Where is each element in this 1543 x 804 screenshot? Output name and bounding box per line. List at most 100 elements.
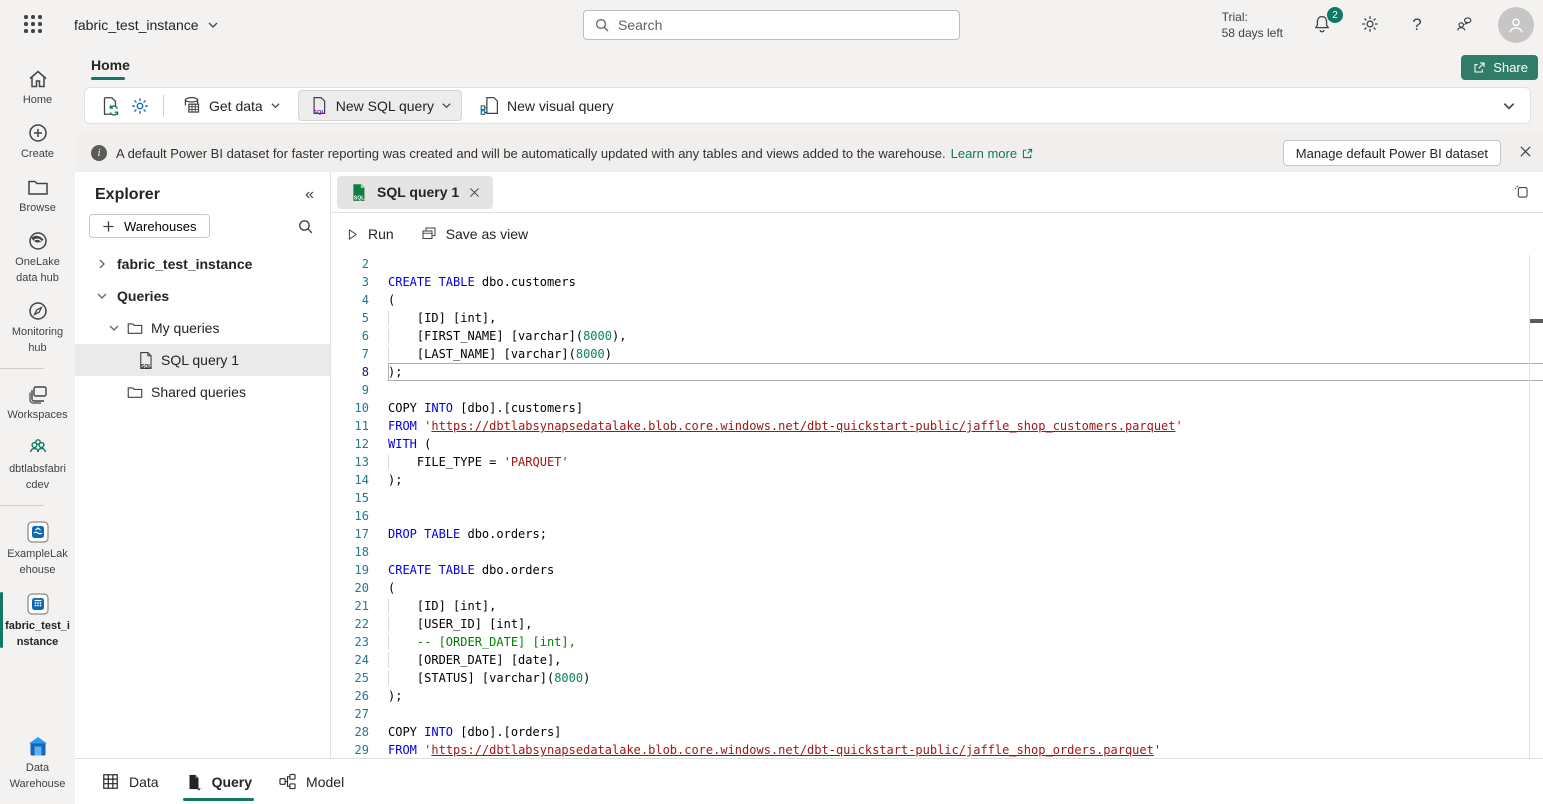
code-line-3[interactable]: 3CREATE TABLE dbo.customers <box>331 273 1543 291</box>
line-number: 21 <box>331 597 371 615</box>
line-number: 6 <box>331 327 371 345</box>
collapse-explorer-button[interactable]: « <box>305 186 314 204</box>
code-line-14[interactable]: 14); <box>331 471 1543 489</box>
external-link-icon <box>1021 147 1034 160</box>
run-button[interactable]: Run <box>345 226 394 242</box>
close-tab-icon[interactable] <box>468 186 481 199</box>
chevron-down-icon <box>207 19 219 31</box>
editor-scrollbar-track[interactable] <box>1529 255 1530 758</box>
code-line-27[interactable]: 27 <box>331 705 1543 723</box>
app-launcher-icon[interactable] <box>24 15 44 35</box>
line-number: 3 <box>331 273 371 291</box>
rail-item-monitoring-hub[interactable]: Monitoringhub <box>0 292 75 362</box>
rail-item-label: nstance <box>17 636 59 649</box>
settings-gear-icon[interactable] <box>125 92 155 120</box>
query-tab-sql-query-1[interactable]: SQL SQL query 1 <box>337 176 493 209</box>
line-number: 24 <box>331 651 371 669</box>
collapse-ribbon-chevron[interactable] <box>1502 99 1516 113</box>
view-tab-model[interactable]: Model <box>274 764 348 799</box>
code-line-7[interactable]: 7 [LAST_NAME] [varchar](8000) <box>331 345 1543 363</box>
tree-item-sql-query-1[interactable]: SQLSQL query 1 <box>75 344 330 376</box>
chevron-right-icon[interactable] <box>93 258 111 270</box>
code-line-4[interactable]: 4( <box>331 291 1543 309</box>
code-line-6[interactable]: 6 [FIRST_NAME] [varchar](8000), <box>331 327 1543 345</box>
rail-item-browse[interactable]: Browse <box>0 168 75 222</box>
code-text <box>388 543 1543 561</box>
global-search[interactable] <box>583 10 960 40</box>
tab-home[interactable]: Home <box>83 53 138 77</box>
data-warehouse-icon <box>25 733 51 759</box>
settings-button[interactable] <box>1359 13 1383 37</box>
refresh-dataset-button[interactable] <box>95 92 125 120</box>
rail-item-create[interactable]: Create <box>0 114 75 168</box>
rail-item-label: fabric_test_i <box>5 620 70 633</box>
tab-list-icon[interactable] <box>1512 182 1531 201</box>
new-sql-query-button[interactable]: SQL New SQL query <box>298 90 462 121</box>
code-text <box>388 705 1543 723</box>
tree-item-queries[interactable]: Queries <box>75 280 330 312</box>
code-line-28[interactable]: 28COPY INTO [dbo].[orders] <box>331 723 1543 741</box>
code-line-5[interactable]: 5 [ID] [int], <box>331 309 1543 327</box>
code-line-10[interactable]: 10COPY INTO [dbo].[customers] <box>331 399 1543 417</box>
rail-item-fabric-test-instance[interactable]: fabric_test_instance <box>0 584 75 656</box>
code-line-2[interactable]: 2 <box>331 255 1543 273</box>
code-line-23[interactable]: 23 -- [ORDER_DATE] [int], <box>331 633 1543 651</box>
feedback-icon[interactable] <box>1453 13 1477 37</box>
folder-icon <box>123 319 147 337</box>
notifications-button[interactable]: 2 <box>1311 13 1335 37</box>
avatar[interactable] <box>1498 7 1534 43</box>
code-line-17[interactable]: 17DROP TABLE dbo.orders; <box>331 525 1543 543</box>
code-line-16[interactable]: 16 <box>331 507 1543 525</box>
rail-item-home[interactable]: Home <box>0 60 75 114</box>
sql-code-editor[interactable]: 23CREATE TABLE dbo.customers4(5 [ID] [in… <box>331 255 1543 758</box>
line-number: 12 <box>331 435 371 453</box>
save-as-view-button[interactable]: Save as view <box>420 225 528 243</box>
code-line-8[interactable]: 8); <box>331 363 1543 381</box>
new-visual-query-button[interactable]: New visual query <box>470 91 623 120</box>
search-input[interactable] <box>618 17 949 33</box>
chevron-down-icon[interactable] <box>93 290 111 302</box>
code-line-29[interactable]: 29FROM 'https://dbtlabsynapsedatalake.bl… <box>331 741 1543 758</box>
code-line-9[interactable]: 9 <box>331 381 1543 399</box>
help-button[interactable]: ? <box>1405 13 1429 37</box>
code-text: -- [ORDER_DATE] [int], <box>388 633 1543 651</box>
code-line-18[interactable]: 18 <box>331 543 1543 561</box>
query-doc-icon <box>185 773 203 791</box>
view-tab-query[interactable]: Query <box>181 765 256 799</box>
tree-item-shared-queries[interactable]: Shared queries <box>75 376 330 408</box>
view-tab-label: Query <box>212 774 252 790</box>
rail-item-workspaces[interactable]: Workspaces <box>0 375 75 429</box>
code-line-26[interactable]: 26); <box>331 687 1543 705</box>
manage-default-dataset-button[interactable]: Manage default Power BI dataset <box>1283 140 1501 166</box>
code-line-21[interactable]: 21 [ID] [int], <box>331 597 1543 615</box>
view-tab-data[interactable]: Data <box>97 764 163 799</box>
rail-item-onelake-data-hub[interactable]: OneLakedata hub <box>0 222 75 292</box>
banner-close-icon[interactable] <box>1518 144 1533 159</box>
workspace-switcher[interactable]: fabric_test_instance <box>74 17 219 33</box>
line-number: 23 <box>331 633 371 651</box>
get-data-button[interactable]: Get data <box>172 91 290 120</box>
learn-more-link[interactable]: Learn more <box>951 146 1034 161</box>
code-line-13[interactable]: 13 FILE_TYPE = 'PARQUET' <box>331 453 1543 471</box>
code-line-24[interactable]: 24 [ORDER_DATE] [date], <box>331 651 1543 669</box>
tree-item-fabric-test-instance[interactable]: fabric_test_instance <box>75 248 330 280</box>
rail-item-examplelakehouse[interactable]: ExampleLakehouse <box>0 512 75 584</box>
code-line-25[interactable]: 25 [STATUS] [varchar](8000) <box>331 669 1543 687</box>
code-line-22[interactable]: 22 [USER_ID] [int], <box>331 615 1543 633</box>
share-button[interactable]: Share <box>1461 55 1538 80</box>
explorer-search-icon[interactable] <box>297 218 314 235</box>
code-text: CREATE TABLE dbo.orders <box>388 561 1543 579</box>
code-line-11[interactable]: 11FROM 'https://dbtlabsynapsedatalake.bl… <box>331 417 1543 435</box>
code-text <box>388 507 1543 525</box>
rail-item-label: Home <box>23 94 52 107</box>
code-line-19[interactable]: 19CREATE TABLE dbo.orders <box>331 561 1543 579</box>
tree-item-my-queries[interactable]: My queries <box>75 312 330 344</box>
chevron-down-icon[interactable] <box>105 322 123 334</box>
code-line-20[interactable]: 20( <box>331 579 1543 597</box>
code-line-15[interactable]: 15 <box>331 489 1543 507</box>
rail-item-dbtlabsfabricdev[interactable]: dbtlabsfabricdev <box>0 429 75 499</box>
explorer-title: Explorer <box>95 186 160 204</box>
add-warehouses-button[interactable]: Warehouses <box>89 214 210 238</box>
code-line-12[interactable]: 12WITH ( <box>331 435 1543 453</box>
rail-item-data-warehouse[interactable]: DataWarehouse <box>0 726 75 798</box>
